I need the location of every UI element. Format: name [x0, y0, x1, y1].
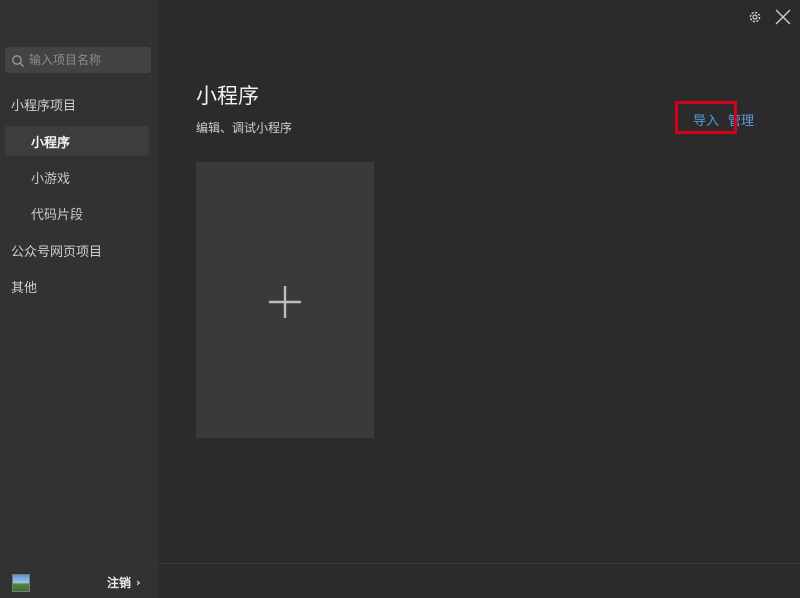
sidebar-item-code-snippets[interactable]: 代码片段	[5, 198, 149, 228]
sidebar-group-other[interactable]: 其他	[11, 277, 37, 296]
divider	[158, 563, 800, 564]
close-icon[interactable]	[774, 8, 792, 26]
sidebar-item-minigame[interactable]: 小游戏	[5, 162, 149, 192]
new-project-card[interactable]	[196, 162, 374, 438]
avatar[interactable]	[12, 574, 30, 592]
search-input[interactable]	[29, 53, 147, 67]
search-box[interactable]	[5, 47, 151, 73]
sidebar-item-miniprogram[interactable]: 小程序	[5, 126, 149, 156]
sidebar-group-miniprogram-projects[interactable]: 小程序项目	[11, 95, 76, 114]
sidebar-group-official-account-web[interactable]: 公众号网页项目	[11, 241, 102, 260]
logout-button[interactable]: 注销 ›	[107, 574, 141, 591]
manage-button[interactable]: 管理	[728, 110, 754, 129]
logout-label: 注销	[107, 576, 132, 590]
page-subtitle: 编辑、调试小程序	[196, 121, 293, 135]
import-button[interactable]: 导入	[693, 110, 719, 129]
plus-icon	[268, 285, 302, 319]
sidebar: 小程序项目 小程序 小游戏 代码片段 公众号网页项目 其他 注销 ›	[0, 0, 158, 598]
gear-icon[interactable]	[747, 9, 763, 25]
chevron-right-icon: ›	[136, 576, 141, 589]
sidebar-footer: 注销 ›	[0, 566, 158, 598]
main-panel: 小程序 编辑、调试小程序 导入 管理	[158, 0, 800, 598]
search-icon	[11, 53, 25, 67]
page-title: 小程序	[196, 84, 259, 108]
